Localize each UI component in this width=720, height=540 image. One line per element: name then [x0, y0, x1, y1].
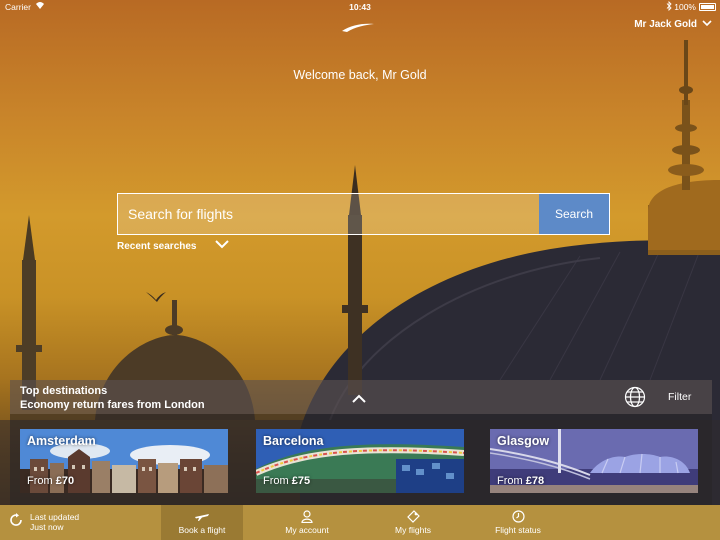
tab-label: Book a flight	[178, 525, 226, 535]
tab-label: My account	[285, 525, 329, 535]
card-fare: From £75	[263, 475, 310, 487]
destinations-title: Top destinations	[20, 385, 108, 397]
card-fare: From £70	[27, 475, 74, 487]
card-fare: From £78	[497, 475, 544, 487]
welcome-message: Welcome back, Mr Gold	[293, 68, 427, 82]
clock-icon	[477, 510, 559, 523]
person-icon	[266, 510, 348, 524]
tab-flight-status[interactable]: Flight status	[477, 505, 559, 540]
fare-price: £70	[55, 475, 75, 487]
top-destinations-header: Top destinations Economy return fares fr…	[10, 380, 712, 414]
plane-icon	[161, 510, 243, 523]
clock-time: 10:43	[349, 2, 371, 12]
battery-icon	[699, 3, 716, 11]
destination-card-barcelona[interactable]: Barcelona From £75	[256, 429, 464, 493]
status-bar: Carrier 10:43 100%	[0, 0, 720, 14]
battery-percent: 100%	[674, 2, 696, 12]
tab-book-a-flight[interactable]: Book a flight	[161, 505, 243, 540]
chevron-up-icon[interactable]	[352, 390, 366, 408]
destinations-subtitle: Economy return fares from London	[20, 399, 205, 411]
last-updated-time: Just now	[30, 522, 64, 532]
card-city-name: Amsterdam	[27, 434, 96, 448]
tab-label: My flights	[395, 525, 431, 535]
airline-logo	[341, 20, 375, 32]
tab-my-account[interactable]: My account	[266, 505, 348, 540]
fare-price: £78	[525, 475, 545, 487]
refresh-icon	[8, 512, 24, 532]
bluetooth-icon	[666, 0, 672, 13]
ticket-icon	[372, 510, 454, 523]
tab-my-flights[interactable]: My flights	[372, 505, 454, 540]
bottom-tab-bar: Last updated Just now Book a flight My a…	[0, 505, 720, 540]
destination-card-glasgow[interactable]: Glasgow From £78	[490, 429, 698, 493]
user-name-label: Mr Jack Gold	[634, 19, 697, 30]
destination-card-amsterdam[interactable]: Amsterdam From £70	[20, 429, 228, 493]
fare-prefix: From	[497, 475, 523, 487]
search-input[interactable]	[118, 194, 539, 234]
filter-button[interactable]: Filter	[668, 391, 691, 403]
search-button[interactable]: Search	[539, 194, 609, 234]
recent-searches-toggle[interactable]: Recent searches	[117, 240, 229, 252]
chevron-down-icon	[214, 240, 229, 252]
fare-price: £75	[291, 475, 311, 487]
refresh-status[interactable]: Last updated Just now	[8, 512, 79, 532]
fare-prefix: From	[27, 475, 53, 487]
destinations-carousel: Amsterdam From £70 Barcelona From £75 Gl…	[10, 414, 712, 506]
card-city-name: Barcelona	[263, 434, 324, 448]
fare-prefix: From	[263, 475, 289, 487]
globe-icon[interactable]	[624, 386, 646, 413]
card-city-name: Glasgow	[497, 434, 550, 448]
last-updated-label: Last updated	[30, 512, 80, 522]
tab-label: Flight status	[495, 525, 541, 535]
recent-searches-label: Recent searches	[117, 240, 197, 252]
chevron-down-icon	[702, 19, 712, 30]
user-menu[interactable]: Mr Jack Gold	[634, 19, 712, 30]
flight-search-box: Search	[117, 193, 610, 235]
